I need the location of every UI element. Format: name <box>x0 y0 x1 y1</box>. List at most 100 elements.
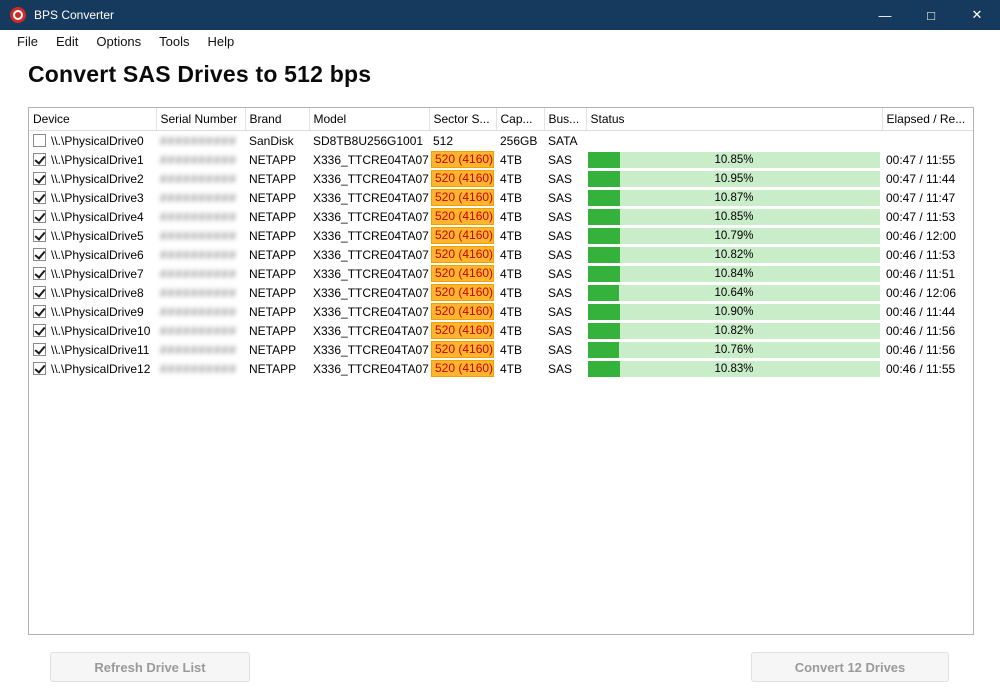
drive-row[interactable]: \\.\PhysicalDrive2##########NETAPPX336_T… <box>29 169 973 188</box>
progress-label: 10.82% <box>588 247 880 263</box>
bus-type-cell: SAS <box>544 188 586 207</box>
capacity-cell: 4TB <box>496 340 544 359</box>
drive-checkbox[interactable] <box>33 305 46 318</box>
menu-edit[interactable]: Edit <box>47 34 87 49</box>
bus-type-cell: SATA <box>544 131 586 151</box>
device-cell: \\.\PhysicalDrive2 <box>29 169 156 188</box>
progress-bar: 10.90% <box>588 304 880 320</box>
elapsed-remaining-cell <box>882 131 973 151</box>
status-cell: 10.85% <box>586 207 882 226</box>
progress-label: 10.82% <box>588 323 880 339</box>
device-name: \\.\PhysicalDrive3 <box>51 191 144 205</box>
drive-checkbox[interactable] <box>33 229 46 242</box>
bus-type-cell: SAS <box>544 207 586 226</box>
drive-checkbox[interactable] <box>33 172 46 185</box>
column-header[interactable]: Serial Number <box>156 108 245 131</box>
drive-row[interactable]: \\.\PhysicalDrive3##########NETAPPX336_T… <box>29 188 973 207</box>
elapsed-remaining-cell: 00:47 / 11:55 <box>882 150 973 169</box>
serial-number-masked: ########## <box>160 134 237 148</box>
drive-checkbox[interactable] <box>33 134 46 147</box>
drive-list: DeviceSerial NumberBrandModelSector S...… <box>29 108 973 378</box>
capacity-cell: 4TB <box>496 283 544 302</box>
status-cell: 10.95% <box>586 169 882 188</box>
serial-cell: ########## <box>156 340 245 359</box>
progress-label: 10.87% <box>588 190 880 206</box>
device-cell: \\.\PhysicalDrive5 <box>29 226 156 245</box>
drive-checkbox[interactable] <box>33 286 46 299</box>
drive-checkbox[interactable] <box>33 153 46 166</box>
drive-row[interactable]: \\.\PhysicalDrive6##########NETAPPX336_T… <box>29 245 973 264</box>
serial-number-masked: ########## <box>160 153 237 167</box>
status-cell: 10.84% <box>586 264 882 283</box>
close-button[interactable]: ✕ <box>954 0 1000 30</box>
column-header[interactable]: Brand <box>245 108 309 131</box>
drive-row[interactable]: \\.\PhysicalDrive5##########NETAPPX336_T… <box>29 226 973 245</box>
maximize-button[interactable]: □ <box>908 0 954 30</box>
model-cell: SD8TB8U256G1001 <box>309 131 429 151</box>
elapsed-remaining-cell: 00:46 / 11:56 <box>882 340 973 359</box>
model-cell: X336_TTCRE04TA07 <box>309 188 429 207</box>
brand-cell: NETAPP <box>245 359 309 378</box>
drive-checkbox[interactable] <box>33 324 46 337</box>
column-header[interactable]: Status <box>586 108 882 131</box>
titlebar: BPS Converter — □ ✕ <box>0 0 1000 30</box>
menu-tools[interactable]: Tools <box>150 34 198 49</box>
drive-row[interactable]: \\.\PhysicalDrive11##########NETAPPX336_… <box>29 340 973 359</box>
capacity-cell: 4TB <box>496 245 544 264</box>
refresh-drive-list-button[interactable]: Refresh Drive List <box>50 652 250 682</box>
drive-row[interactable]: \\.\PhysicalDrive12##########NETAPPX336_… <box>29 359 973 378</box>
drive-row[interactable]: \\.\PhysicalDrive8##########NETAPPX336_T… <box>29 283 973 302</box>
device-cell: \\.\PhysicalDrive4 <box>29 207 156 226</box>
drive-table-body: \\.\PhysicalDrive0##########SanDiskSD8TB… <box>29 131 973 379</box>
column-header[interactable]: Bus... <box>544 108 586 131</box>
progress-bar: 10.64% <box>588 285 880 301</box>
column-header[interactable]: Cap... <box>496 108 544 131</box>
brand-cell: NETAPP <box>245 226 309 245</box>
capacity-cell: 4TB <box>496 169 544 188</box>
drive-checkbox[interactable] <box>33 191 46 204</box>
drive-checkbox[interactable] <box>33 248 46 261</box>
elapsed-remaining-cell: 00:47 / 11:47 <box>882 188 973 207</box>
drive-row[interactable]: \\.\PhysicalDrive0##########SanDiskSD8TB… <box>29 131 973 151</box>
progress-label: 10.84% <box>588 266 880 282</box>
menu-options[interactable]: Options <box>87 34 150 49</box>
drive-row[interactable]: \\.\PhysicalDrive10##########NETAPPX336_… <box>29 321 973 340</box>
drive-row[interactable]: \\.\PhysicalDrive7##########NETAPPX336_T… <box>29 264 973 283</box>
device-name: \\.\PhysicalDrive6 <box>51 248 144 262</box>
serial-cell: ########## <box>156 245 245 264</box>
sector-size-cell: 520 (4160) <box>429 245 496 264</box>
progress-label: 10.90% <box>588 304 880 320</box>
elapsed-remaining-cell: 00:46 / 11:53 <box>882 245 973 264</box>
serial-number-masked: ########## <box>160 343 237 357</box>
convert-drives-button[interactable]: Convert 12 Drives <box>751 652 949 682</box>
drive-row[interactable]: \\.\PhysicalDrive9##########NETAPPX336_T… <box>29 302 973 321</box>
drive-checkbox[interactable] <box>33 362 46 375</box>
drive-checkbox[interactable] <box>33 210 46 223</box>
drive-checkbox[interactable] <box>33 267 46 280</box>
sector-size-cell: 520 (4160) <box>429 188 496 207</box>
column-header[interactable]: Model <box>309 108 429 131</box>
column-header[interactable]: Sector S... <box>429 108 496 131</box>
device-name: \\.\PhysicalDrive7 <box>51 267 144 281</box>
model-cell: X336_TTCRE04TA07 <box>309 207 429 226</box>
drive-checkbox[interactable] <box>33 343 46 356</box>
device-name: \\.\PhysicalDrive4 <box>51 210 144 224</box>
drive-row[interactable]: \\.\PhysicalDrive1##########NETAPPX336_T… <box>29 150 973 169</box>
menu-help[interactable]: Help <box>199 34 244 49</box>
sector-size-cell: 520 (4160) <box>429 169 496 188</box>
device-name: \\.\PhysicalDrive10 <box>51 324 150 338</box>
menu-file[interactable]: File <box>8 34 47 49</box>
column-header[interactable]: Elapsed / Re... <box>882 108 973 131</box>
progress-bar: 10.76% <box>588 342 880 358</box>
sector-size-highlight: 520 (4160) <box>431 322 494 339</box>
capacity-cell: 4TB <box>496 150 544 169</box>
drive-row[interactable]: \\.\PhysicalDrive4##########NETAPPX336_T… <box>29 207 973 226</box>
column-header[interactable]: Device <box>29 108 156 131</box>
serial-number-masked: ########## <box>160 286 237 300</box>
device-name: \\.\PhysicalDrive1 <box>51 153 144 167</box>
sector-size-highlight: 520 (4160) <box>431 265 494 282</box>
elapsed-remaining-cell: 00:46 / 12:06 <box>882 283 973 302</box>
minimize-button[interactable]: — <box>862 0 908 30</box>
serial-number-masked: ########## <box>160 172 237 186</box>
elapsed-remaining-cell: 00:47 / 11:44 <box>882 169 973 188</box>
